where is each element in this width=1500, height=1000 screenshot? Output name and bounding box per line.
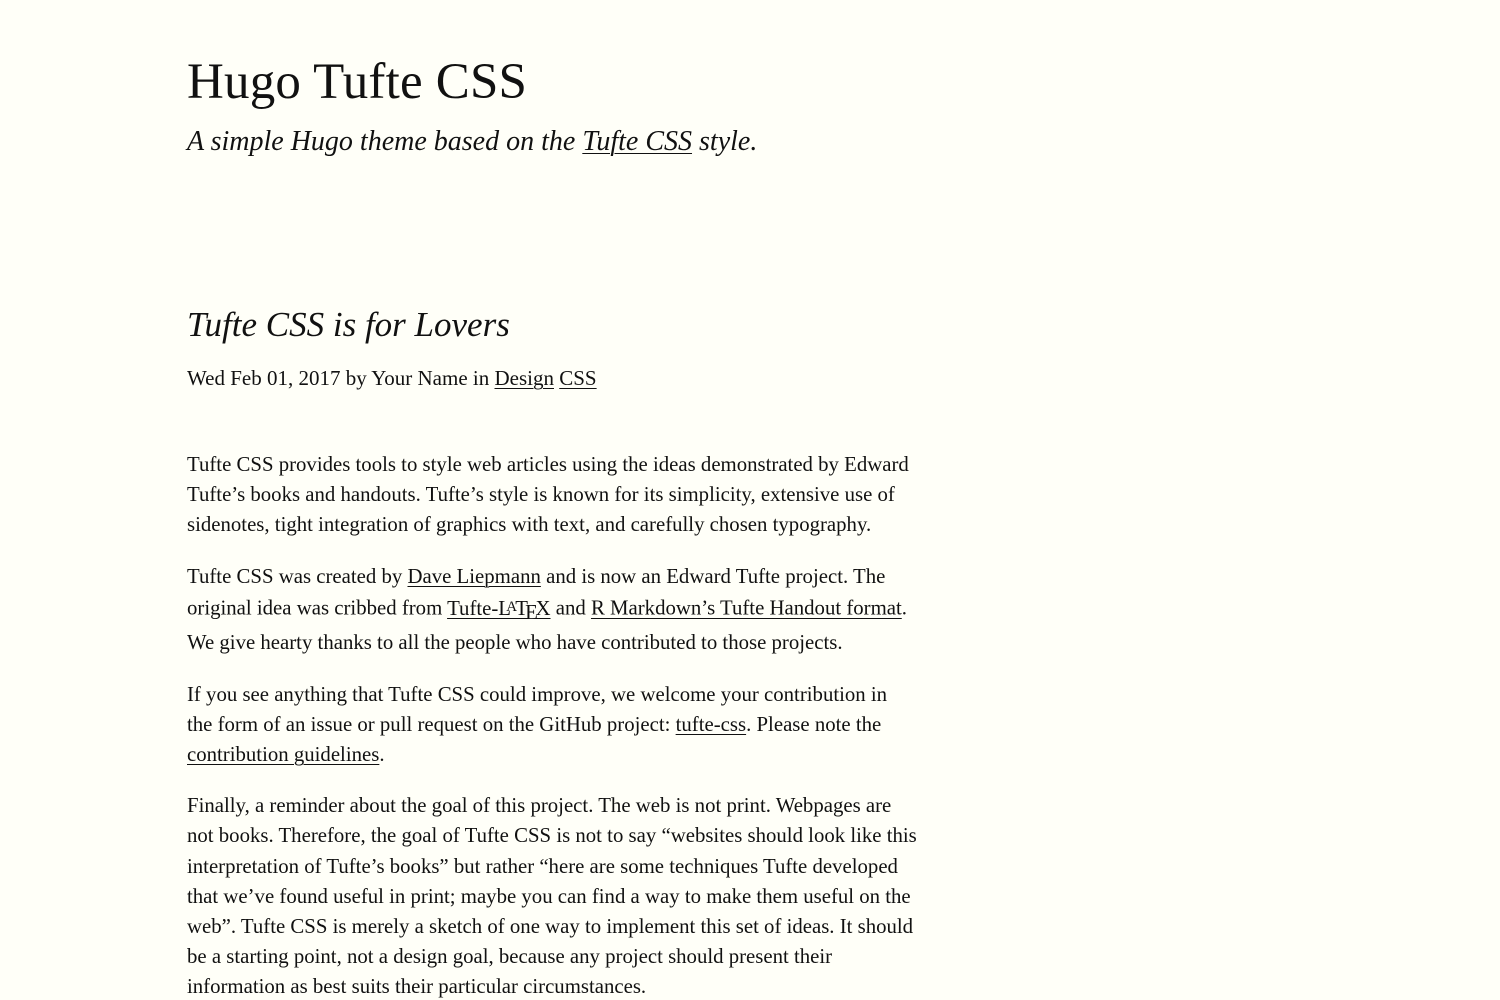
category-link-css[interactable]: CSS: [559, 366, 596, 390]
post-date: Wed Feb 01, 2017: [187, 366, 341, 390]
credits-text-1: Tufte CSS was created by: [187, 564, 408, 588]
r-markdown-tufte-link[interactable]: R Markdown’s Tufte Handout format: [591, 597, 902, 620]
paragraph-intro: Tufte CSS provides tools to style web ar…: [187, 453, 909, 537]
site-header: Hugo Tufte CSS A simple Hugo theme based…: [187, 52, 1287, 159]
site-title: Hugo Tufte CSS: [187, 54, 528, 110]
tagline-text-after: style.: [692, 126, 758, 157]
paragraph-credits: Tufte CSS was created by Dave Liepmann a…: [187, 562, 917, 659]
tufte-latex-prefix: Tufte-L: [447, 596, 512, 620]
dave-liepmann-link[interactable]: Dave Liepmann: [407, 565, 540, 588]
paragraph-goal: Finally, a reminder about the goal of th…: [187, 794, 917, 999]
post-title: Tufte CSS is for Lovers: [187, 305, 510, 344]
paragraph-contribute: If you see anything that Tufte CSS could…: [187, 680, 917, 771]
post-by: by: [340, 366, 372, 390]
post: Tufte CSS is for Lovers Wed Feb 01, 2017…: [187, 302, 917, 1000]
post-meta: Wed Feb 01, 2017 by Your Name in Design …: [187, 363, 917, 393]
contribution-guidelines-link[interactable]: contribution guidelines: [187, 743, 379, 766]
post-body: Tufte CSS provides tools to style web ar…: [187, 450, 917, 1000]
latex-x: X: [535, 596, 551, 620]
tagline-text-before: A simple Hugo theme based on the: [187, 126, 583, 157]
post-author: Your Name: [371, 366, 468, 390]
tufte-css-repo-link[interactable]: tufte-css: [676, 713, 746, 736]
page: Hugo Tufte CSS A simple Hugo theme based…: [0, 0, 1500, 1000]
tufte-latex-link[interactable]: Tufte-LATEX: [447, 596, 551, 625]
category-link-design[interactable]: Design: [495, 366, 555, 390]
contribute-text-3: .: [379, 742, 385, 766]
tufte-css-link[interactable]: Tufte CSS: [582, 126, 692, 157]
credits-text-3: and: [550, 596, 591, 620]
contribute-text-2: . Please note the: [746, 712, 882, 736]
site-tagline: A simple Hugo theme based on the Tufte C…: [187, 125, 1287, 159]
post-in: in: [467, 366, 495, 390]
